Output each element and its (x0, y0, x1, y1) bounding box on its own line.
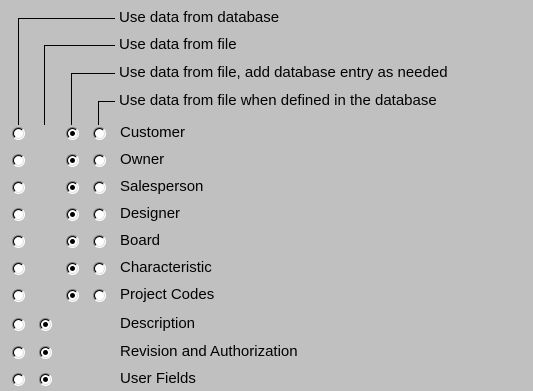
row-label: Characteristic (120, 259, 212, 276)
radio-option-1[interactable] (12, 318, 25, 331)
data-source-options: Use data from database Use data from fil… (0, 0, 533, 391)
radio-option-3[interactable] (66, 154, 79, 167)
legend-label-file: Use data from file (119, 36, 237, 53)
connector-line-database (18, 18, 115, 125)
radio-option-4[interactable] (93, 154, 106, 167)
row-label: Description (120, 315, 196, 332)
row-label: Revision and Authorization (120, 343, 298, 360)
legend-connector-lines (18, 18, 115, 125)
radio-option-3[interactable] (66, 262, 79, 275)
radio-option-3[interactable] (66, 127, 79, 140)
radio-option-3[interactable] (66, 208, 79, 221)
radio-option-1[interactable] (12, 235, 25, 248)
row-label: Customer (120, 124, 186, 141)
radio-option-2[interactable] (39, 346, 52, 359)
radio-option-1[interactable] (12, 289, 25, 302)
radio-option-3[interactable] (66, 289, 79, 302)
radio-option-3[interactable] (66, 235, 79, 248)
radio-option-1[interactable] (12, 262, 25, 275)
legend-label-database: Use data from database (119, 9, 280, 26)
radio-option-4[interactable] (93, 262, 106, 275)
row-label: Board (120, 232, 161, 249)
row-label: Salesperson (120, 178, 204, 195)
radio-option-2[interactable] (39, 318, 52, 331)
radio-option-1[interactable] (12, 154, 25, 167)
radio-option-4[interactable] (93, 127, 106, 140)
connector-line-file (44, 45, 115, 125)
row-label: Designer (120, 205, 181, 222)
radio-option-1[interactable] (12, 181, 25, 194)
connector-line-file-when-defined (98, 101, 115, 125)
row-label: Owner (120, 151, 165, 168)
radio-option-4[interactable] (93, 181, 106, 194)
radio-option-4[interactable] (93, 235, 106, 248)
radio-option-1[interactable] (12, 208, 25, 221)
radio-option-1[interactable] (12, 373, 25, 386)
radio-option-4[interactable] (93, 208, 106, 221)
radio-option-2[interactable] (39, 373, 52, 386)
radio-option-1[interactable] (12, 346, 25, 359)
radio-option-3[interactable] (66, 181, 79, 194)
legend-label-file-add-entry: Use data from file, add database entry a… (119, 64, 448, 81)
legend-label-file-when-defined: Use data from file when defined in the d… (119, 92, 437, 109)
connector-line-file-add-entry (71, 73, 115, 125)
row-label: Project Codes (120, 286, 215, 303)
radio-option-1[interactable] (12, 127, 25, 140)
row-label: User Fields (120, 370, 196, 387)
radio-option-4[interactable] (93, 289, 106, 302)
